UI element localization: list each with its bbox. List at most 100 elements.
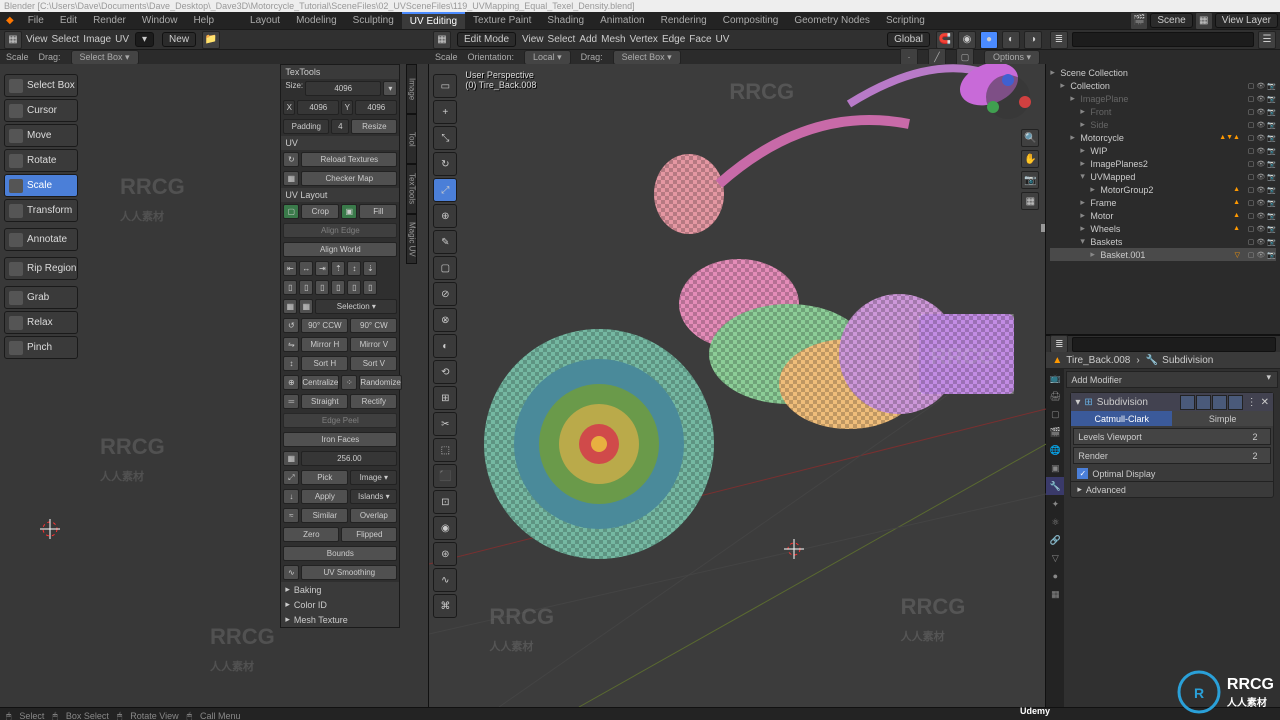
menu-edit[interactable]: Edit (52, 13, 85, 28)
tree-item-side[interactable]: ▸Side▢👁📷 (1050, 118, 1276, 131)
render-icon[interactable]: 📷 (1267, 121, 1276, 129)
eye-icon[interactable]: 👁 (1256, 225, 1265, 233)
tool-pinch[interactable]: Pinch (4, 336, 78, 359)
restrict-icon[interactable]: ▢ (1248, 212, 1255, 220)
mod-render-icon[interactable] (1212, 395, 1227, 410)
bounds-button[interactable]: Bounds (283, 546, 397, 561)
workspace-compositing[interactable]: Compositing (715, 13, 787, 28)
chevron-right-icon[interactable]: ▸ (1077, 484, 1082, 495)
restrict-icon[interactable]: ▢ (1248, 121, 1255, 129)
3d-tool-1[interactable]: + (433, 100, 457, 124)
eye-icon[interactable]: 👁 (1256, 199, 1265, 207)
texel-field[interactable]: 256.00 (301, 451, 397, 466)
sort-v-button[interactable]: Sort V (350, 356, 397, 371)
3d-tool-19[interactable]: ∿ (433, 568, 457, 592)
render-tab-icon[interactable]: 📺 (1046, 369, 1064, 387)
eye-icon[interactable]: 👁 (1256, 173, 1265, 181)
3d-select-menu[interactable]: Select (548, 34, 576, 45)
snap-icon[interactable]: 🧲 (936, 31, 954, 49)
advanced-section[interactable]: Advanced (1086, 485, 1126, 495)
eye-icon[interactable]: 👁 (1256, 95, 1265, 103)
chevron-right-icon[interactable]: ▸ (285, 614, 290, 625)
align-t-icon[interactable]: ⇡ (331, 261, 345, 276)
3d-face-menu[interactable]: Face (689, 34, 711, 45)
tool-select-box[interactable]: Select Box (4, 74, 78, 97)
menu-help[interactable]: Help (185, 13, 222, 28)
x-field[interactable]: 4096 (297, 100, 339, 115)
3d-tool-15[interactable]: ⬛ (433, 464, 457, 488)
grid-2-icon[interactable]: ▦ (299, 299, 313, 314)
randomize-button[interactable]: Randomize (359, 375, 401, 390)
align-r-icon[interactable]: ⇥ (315, 261, 329, 276)
tree-item-motorgroup2[interactable]: ▸MotorGroup2▲▢👁📷 (1050, 183, 1276, 196)
tree-item-basket-001[interactable]: ▸Basket.001▽▢👁📷 (1050, 248, 1276, 261)
apply-button[interactable]: Apply (301, 489, 348, 504)
edge-peel-button[interactable]: Edge Peel (283, 413, 397, 428)
pick-button[interactable]: Pick (301, 470, 348, 485)
restrict-icon[interactable]: ▢ (1248, 251, 1255, 259)
image-dropdown[interactable]: Image ▾ (350, 470, 397, 485)
chevron-right-icon[interactable]: ▸ (1080, 210, 1090, 221)
scene-name[interactable]: Scene (1150, 13, 1192, 28)
drag3d-dropdown[interactable]: Select Box ▾ (613, 50, 681, 65)
tree-item-wheels[interactable]: ▸Wheels▲▢👁📷 (1050, 222, 1276, 235)
align-m-icon[interactable]: ↕ (347, 261, 361, 276)
dist-3-icon[interactable]: ▯ (315, 280, 329, 295)
3d-tool-16[interactable]: ⊡ (433, 490, 457, 514)
workspace-uv-editing[interactable]: UV Editing (402, 12, 465, 29)
align-edge-button[interactable]: Align Edge (283, 223, 397, 238)
editor-type-icon[interactable]: ▦ (4, 31, 22, 49)
tool-scale[interactable]: Scale (4, 174, 78, 197)
levels-render-field[interactable]: 2 (1240, 448, 1270, 463)
perspective-icon[interactable]: ▦ (1021, 192, 1039, 210)
overlap-button[interactable]: Overlap (350, 508, 397, 523)
tree-item-uvmapped[interactable]: ▾UVMapped▢👁📷 (1050, 170, 1276, 183)
restrict-icon[interactable]: ▢ (1248, 225, 1255, 233)
render-icon[interactable]: 📷 (1267, 186, 1276, 194)
mod-menu-icon[interactable]: ⋮ (1247, 397, 1257, 408)
mirror-v-button[interactable]: Mirror V (350, 337, 397, 352)
eye-icon[interactable]: 👁 (1256, 186, 1265, 194)
menu-window[interactable]: Window (134, 13, 186, 28)
3d-edge-menu[interactable]: Edge (662, 34, 685, 45)
3d-tool-5[interactable]: ⊕ (433, 204, 457, 228)
modifier-tab-icon[interactable]: 🔧 (1046, 477, 1064, 495)
reload-textures-button[interactable]: Reload Textures (301, 152, 397, 167)
tree-item-collection[interactable]: ▸Collection▢👁📷 (1050, 79, 1276, 92)
levels-viewport-field[interactable]: 2 (1240, 429, 1270, 444)
similar-button[interactable]: Similar (301, 508, 348, 523)
3d-tool-20[interactable]: ⌘ (433, 594, 457, 618)
align-l-icon[interactable]: ⇤ (283, 261, 297, 276)
world-tab-icon[interactable]: 🌐 (1046, 441, 1064, 459)
workspace-layout[interactable]: Layout (242, 13, 288, 28)
dist-6-icon[interactable]: ▯ (363, 280, 377, 295)
eye-icon[interactable]: 👁 (1256, 134, 1265, 142)
simple-tab[interactable]: Simple (1172, 411, 1273, 426)
mod-edit-icon[interactable] (1180, 395, 1195, 410)
material-tab-icon[interactable]: ● (1046, 567, 1064, 585)
3d-tool-8[interactable]: ⊘ (433, 282, 457, 306)
3d-tool-18[interactable]: ⊛ (433, 542, 457, 566)
constraint-tab-icon[interactable]: 🔗 (1046, 531, 1064, 549)
3d-tool-11[interactable]: ⟲ (433, 360, 457, 384)
menu-file[interactable]: File (20, 13, 52, 28)
grid-1-icon[interactable]: ▦ (283, 299, 297, 314)
3d-tool-10[interactable]: ◐ (433, 334, 457, 358)
drag-handle-icon[interactable] (1041, 224, 1045, 232)
restrict-icon[interactable]: ▢ (1248, 108, 1255, 116)
3d-tool-3[interactable]: ↻ (433, 152, 457, 176)
rectify-button[interactable]: Rectify (350, 394, 397, 409)
scene-collection[interactable]: Scene Collection (1060, 68, 1276, 78)
tree-item-frame[interactable]: ▸Frame▲▢👁📷 (1050, 196, 1276, 209)
mod-cage-icon[interactable] (1228, 395, 1243, 410)
eye-icon[interactable]: 👁 (1256, 121, 1265, 129)
render-icon[interactable]: 📷 (1267, 173, 1276, 181)
chevron-right-icon[interactable]: ▸ (1070, 132, 1080, 143)
render-icon[interactable]: 📷 (1267, 199, 1276, 207)
chevron-right-icon[interactable]: ▸ (1080, 119, 1090, 130)
restrict-icon[interactable]: ▢ (1248, 147, 1255, 155)
zero-button[interactable]: Zero (283, 527, 339, 542)
tree-item-motorcycle[interactable]: ▸Motorcycle▲▼▲▢👁📷 (1050, 131, 1276, 144)
meshtexture-panel[interactable]: Mesh Texture (294, 615, 348, 625)
tree-item-imageplanes2[interactable]: ▸ImagePlanes2▢👁📷 (1050, 157, 1276, 170)
